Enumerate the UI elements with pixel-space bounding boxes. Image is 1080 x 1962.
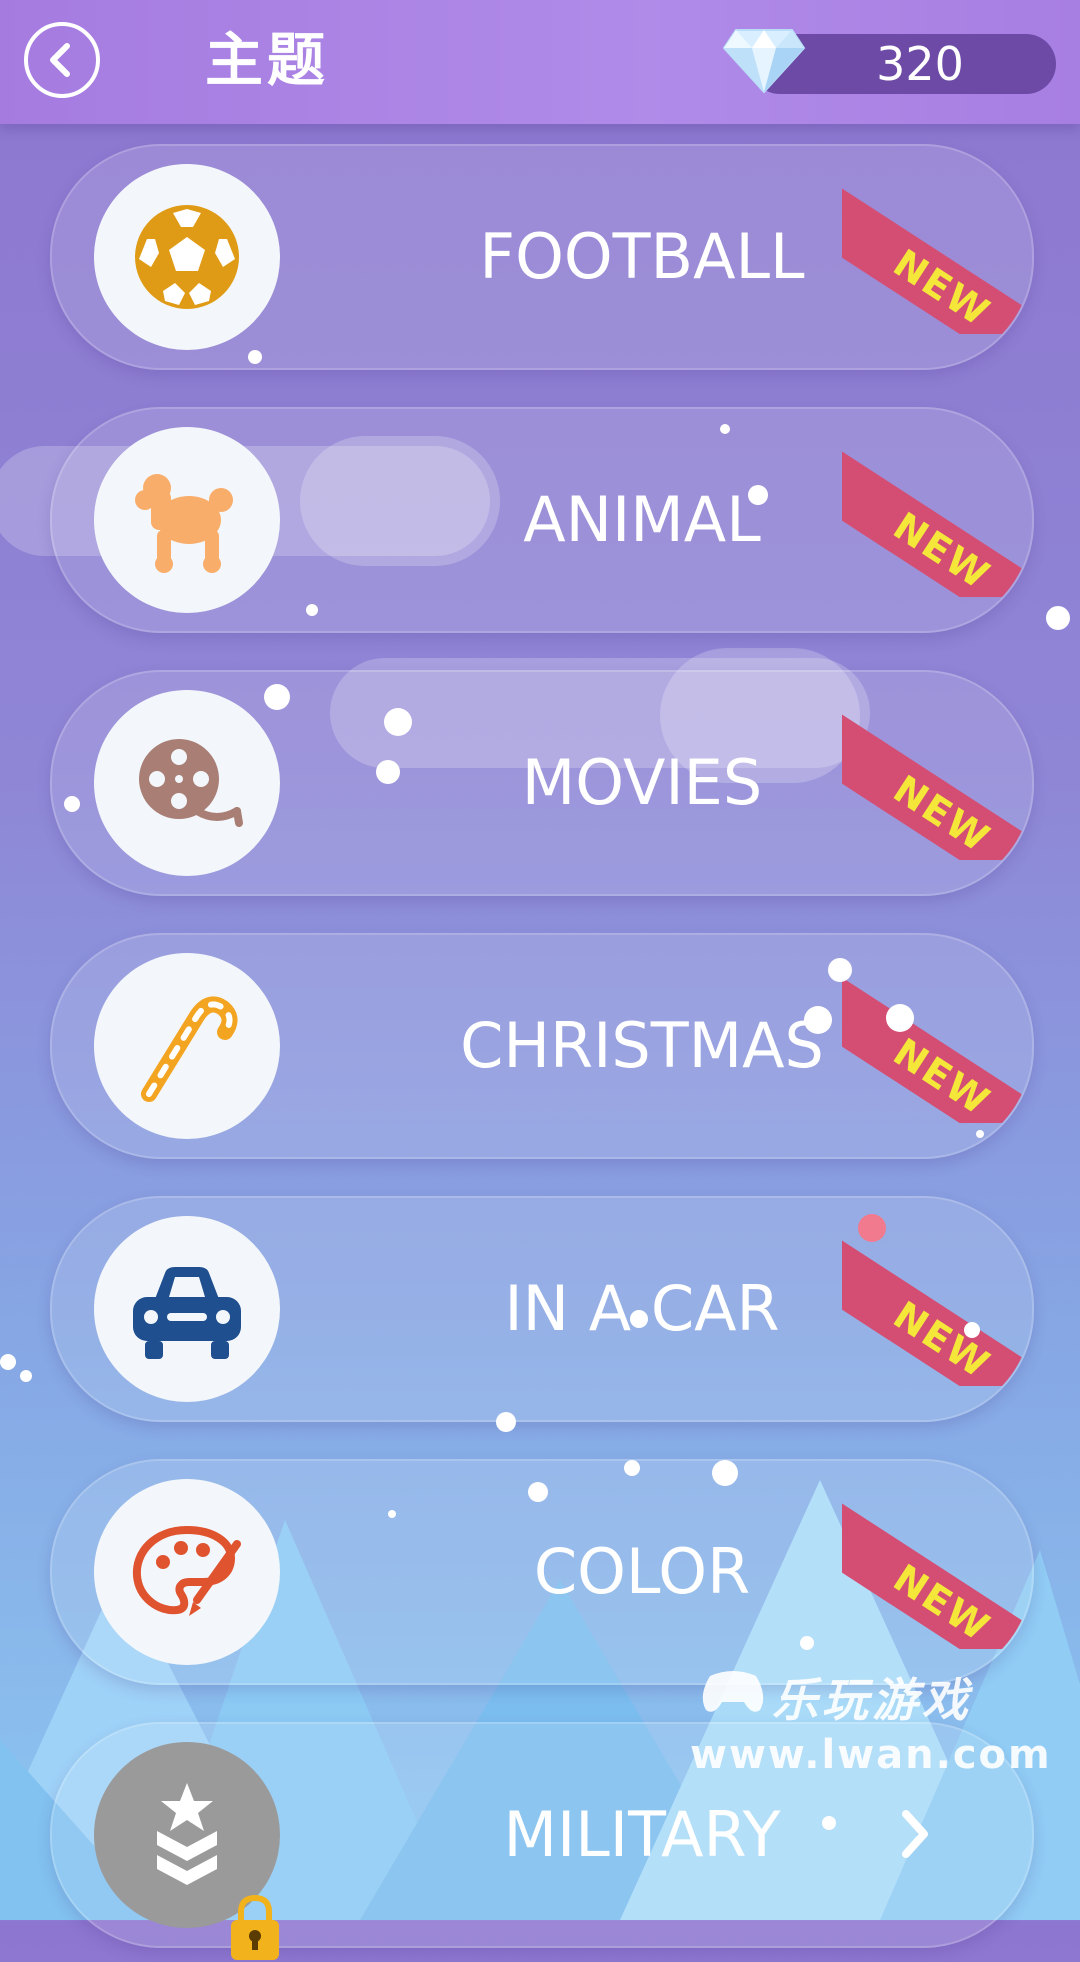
snowflake [800, 1636, 814, 1650]
watermark: 乐玩游戏 www.lwan.com [690, 1664, 1052, 1778]
icon-circle [94, 690, 280, 876]
new-ribbon: NEW [842, 672, 1032, 860]
snowflake [822, 1816, 836, 1830]
snowflake [306, 604, 318, 616]
snowflake [712, 1460, 738, 1486]
new-badge: NEW [842, 182, 1032, 334]
category-row-in-a-car[interactable]: IN A CAR NEW [50, 1196, 1034, 1422]
new-badge: NEW [842, 445, 1032, 597]
gem-count: 320 [876, 37, 964, 91]
category-row-football[interactable]: FOOTBALL NEW [50, 144, 1034, 370]
snowflake [496, 1412, 516, 1432]
watermark-url: www.lwan.com [690, 1732, 1052, 1778]
diamond-icon [722, 29, 806, 94]
snowflake [384, 708, 412, 736]
icon-circle [94, 164, 280, 350]
icon-circle [94, 953, 280, 1139]
palette-icon [132, 1525, 241, 1616]
top-bar: 主题 320 [0, 0, 1080, 124]
car-icon [133, 1267, 241, 1359]
snowflake [804, 1006, 832, 1034]
snowflake [828, 958, 852, 982]
snowflake [858, 1214, 886, 1242]
watermark-title: 乐玩游戏 [772, 1673, 972, 1727]
candy-cane-icon [141, 996, 238, 1102]
snowflake [720, 424, 730, 434]
chevron-left-icon [50, 43, 70, 77]
snowflake [1046, 606, 1070, 630]
new-badge: NEW [842, 1497, 1032, 1649]
snowflake [886, 1004, 914, 1032]
new-badge: NEW [842, 971, 1032, 1123]
snowflake [20, 1370, 32, 1382]
icon-circle [94, 1479, 280, 1665]
new-ribbon: NEW [842, 935, 1032, 1123]
chevron-right-icon [902, 1810, 928, 1858]
snowflake [0, 1354, 16, 1370]
category-row-movies[interactable]: MOVIES NEW [50, 670, 1034, 896]
snowflake [748, 485, 768, 505]
snowflake [376, 760, 400, 784]
new-badge: NEW [842, 708, 1032, 860]
new-ribbon: NEW [842, 1461, 1032, 1649]
back-button[interactable] [24, 22, 100, 98]
snowflake [624, 1460, 640, 1476]
gamepad-icon [702, 1671, 764, 1712]
lock-icon [231, 1894, 279, 1960]
snowflake [248, 350, 262, 364]
film-reel-icon [139, 739, 243, 827]
new-ribbon: NEW [842, 409, 1032, 597]
soccer-ball-icon [135, 205, 239, 309]
icon-circle [94, 1216, 280, 1402]
military-rank-icon [157, 1783, 217, 1885]
snowflake [976, 1130, 984, 1138]
category-row-animal[interactable]: ANIMAL NEW [50, 407, 1034, 633]
category-row-christmas[interactable]: CHRISTMAS NEW [50, 933, 1034, 1159]
icon-circle [94, 427, 280, 613]
poodle-icon [135, 474, 233, 573]
snowflake [264, 684, 290, 710]
snowflake [528, 1482, 548, 1502]
page-title: 主题 [205, 26, 330, 94]
snowflake [64, 796, 80, 812]
snowflake [964, 1322, 980, 1338]
new-badge: NEW [842, 1234, 1032, 1386]
snowflake [388, 1510, 396, 1518]
snowflake [630, 1310, 648, 1328]
new-ribbon: NEW [842, 146, 1032, 334]
